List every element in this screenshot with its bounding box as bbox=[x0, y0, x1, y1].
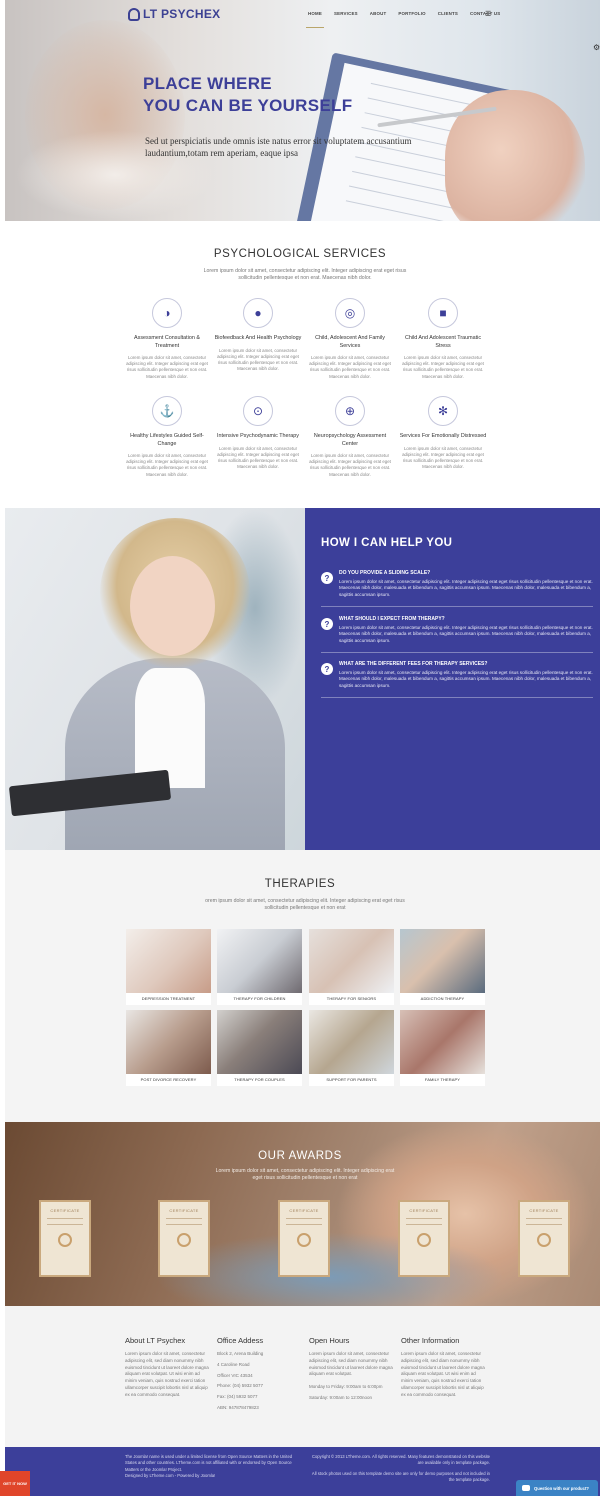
nav-about[interactable]: ABOUT bbox=[370, 11, 387, 16]
therapy-card[interactable]: THERAPY FOR CHILDREN bbox=[217, 929, 302, 1005]
service-card[interactable]: ● Biofeedback And Health Psychology Lorem … bbox=[214, 298, 302, 372]
therapies-title: THERAPIES bbox=[264, 878, 336, 890]
get-it-now-ribbon[interactable]: GET IT NOW bbox=[0, 1471, 30, 1496]
footer-about: About LT Psychex Lorem ipsum dolor sit a… bbox=[125, 1336, 209, 1397]
therapy-card[interactable]: DEPRESSION TREATMENT bbox=[126, 929, 211, 1005]
question-icon: ? bbox=[321, 618, 333, 630]
faq-item[interactable]: ? WHAT ARE THE DIFFERENT FEES FOR THERAP… bbox=[321, 661, 593, 699]
service-card[interactable]: ◑ Assessment Consultation & Treatment Lore… bbox=[123, 298, 211, 380]
awards-intro: Lorem ipsum dolor sit amet, consectetur … bbox=[215, 1168, 395, 1181]
footer-hours: Open Hours Lorem ipsum dolor sit amet, c… bbox=[309, 1336, 393, 1400]
therapy-card[interactable]: THERAPY FOR SENIORS bbox=[309, 929, 394, 1005]
hand-image bbox=[445, 90, 585, 221]
license-text: The Joomla! name is used under a limited… bbox=[125, 1454, 293, 1478]
therapy-card[interactable]: ADDICTION THERAPY bbox=[400, 929, 485, 1005]
therapy-photo bbox=[217, 929, 302, 993]
copyright-text: Copyright © 2013 LTheme.com. All rights … bbox=[311, 1454, 490, 1482]
certificate-card[interactable]: CERTIFICATE bbox=[158, 1200, 210, 1277]
therapy-card[interactable]: THERAPY FOR COUPLES bbox=[217, 1010, 302, 1086]
faq-panel: HOW I CAN HELP YOU ? DO YOU PROVIDE A SL… bbox=[305, 508, 600, 850]
seal-icon bbox=[177, 1233, 191, 1247]
nav-clients[interactable]: CLIENTS bbox=[438, 11, 458, 16]
half-circle-icon: ◑ bbox=[152, 298, 182, 328]
seal-icon bbox=[58, 1233, 72, 1247]
chat-bubble-icon bbox=[522, 1485, 530, 1491]
therapy-photo bbox=[400, 929, 485, 993]
awards-title: OUR AWARDS bbox=[258, 1150, 342, 1162]
seal-icon bbox=[417, 1233, 431, 1247]
certificate-card[interactable]: CERTIFICATE bbox=[518, 1200, 570, 1277]
basketball-icon: ⊕ bbox=[335, 396, 365, 426]
help-section: HOW I CAN HELP YOU ? DO YOU PROVIDE A SL… bbox=[5, 508, 600, 850]
nav-home[interactable]: HOME bbox=[306, 11, 324, 28]
service-card[interactable]: ⊕ Neuropsychology Assessment Center Lorem … bbox=[306, 396, 394, 478]
ambulance-icon: ■ bbox=[428, 298, 458, 328]
therapies-intro: orem ipsum dolor sit amet, consectetur a… bbox=[205, 898, 405, 911]
question-icon: ? bbox=[321, 572, 333, 584]
chat-button[interactable]: Question with our product? bbox=[516, 1480, 598, 1496]
certificate-card[interactable]: CERTIFICATE bbox=[398, 1200, 450, 1277]
footer-other: Other Information Lorem ipsum dolor sit … bbox=[401, 1336, 485, 1397]
therapy-card[interactable]: POST DIVORCE RECOVERY bbox=[126, 1010, 211, 1086]
service-card[interactable]: ■ Child And Adolescent Traumatic Stress Lo… bbox=[399, 298, 487, 380]
therapy-photo bbox=[309, 1010, 394, 1074]
faq-item[interactable]: ? WHAT SHOULD I EXPECT FROM THERAPY? Lor… bbox=[321, 616, 593, 654]
site-logo[interactable]: LT PSYCHEX bbox=[128, 7, 220, 21]
therapy-photo bbox=[126, 929, 211, 993]
question-icon: ? bbox=[321, 663, 333, 675]
head-icon bbox=[128, 7, 140, 21]
hero-title: PLACE WHERE YOU CAN BE YOURSELF bbox=[143, 74, 353, 115]
help-title: HOW I CAN HELP YOU bbox=[321, 537, 453, 549]
certificate-card[interactable]: CERTIFICATE bbox=[278, 1200, 330, 1277]
footer-info bbox=[5, 1306, 600, 1447]
nav-services[interactable]: SERVICES bbox=[334, 11, 358, 16]
therapy-photo bbox=[309, 929, 394, 993]
hamburger-icon[interactable]: ☰ bbox=[485, 10, 491, 18]
service-card[interactable]: ◎ Child, Adolescent And Family Services Lo… bbox=[306, 298, 394, 380]
therapist-photo bbox=[5, 508, 305, 850]
bomb-icon: ● bbox=[243, 298, 273, 328]
site-header: LT PSYCHEX HOME SERVICES ABOUT PORTFOLIO… bbox=[5, 0, 600, 32]
therapy-card[interactable]: SUPPORT FOR PARENTS bbox=[309, 1010, 394, 1086]
services-title: PSYCHOLOGICAL SERVICES bbox=[213, 248, 387, 260]
therapy-photo bbox=[400, 1010, 485, 1074]
therapy-photo bbox=[217, 1010, 302, 1074]
seal-icon bbox=[297, 1233, 311, 1247]
faq-item[interactable]: ? DO YOU PROVIDE A SLIDING SCALE? Lorem … bbox=[321, 570, 593, 608]
target-icon: ◎ bbox=[335, 298, 365, 328]
main-nav: HOME SERVICES ABOUT PORTFOLIO CLIENTS CO… bbox=[306, 11, 512, 28]
service-card[interactable]: ⚓ Healthy Lifestyles Guided Self-Change Lo… bbox=[123, 396, 211, 478]
therapy-photo bbox=[126, 1010, 211, 1074]
anchor-icon: ⚓ bbox=[152, 396, 182, 426]
service-card[interactable]: ⊙ Intensive Psychodynamic Therapy Lorem ip… bbox=[214, 396, 302, 470]
circle-dot-icon: ⊙ bbox=[243, 396, 273, 426]
seal-icon bbox=[537, 1233, 551, 1247]
therapy-card[interactable]: FAMILY THERAPY bbox=[400, 1010, 485, 1086]
copyright-bar: The Joomla! name is used under a limited… bbox=[5, 1447, 600, 1496]
snowflake-icon: ✻ bbox=[428, 396, 458, 426]
service-card[interactable]: ✻ Services For Emotionally Distressed Lore… bbox=[399, 396, 487, 470]
gear-icon[interactable]: ⚙ bbox=[593, 43, 600, 52]
services-intro: Lorem ipsum dolor sit amet, consectetur … bbox=[203, 268, 407, 281]
certificate-card[interactable]: CERTIFICATE bbox=[39, 1200, 91, 1277]
footer-office: Office Addess Block 2, Arena Building 4 … bbox=[217, 1336, 264, 1410]
nav-portfolio[interactable]: PORTFOLIO bbox=[398, 11, 425, 16]
hero-subtitle: Sed ut perspiciatis unde omnis iste natu… bbox=[145, 136, 412, 158]
therapies-section bbox=[5, 850, 600, 1122]
